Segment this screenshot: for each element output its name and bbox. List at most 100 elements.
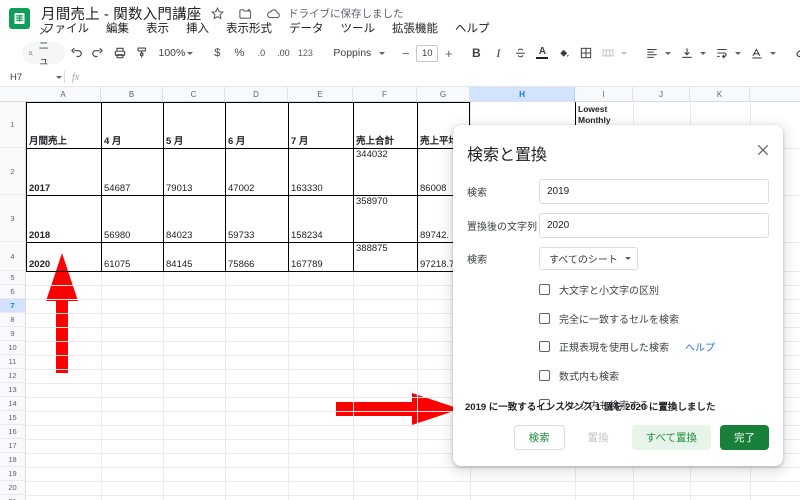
chevron-down-icon[interactable] — [665, 51, 672, 55]
cell-header-B1[interactable]: 4 月 — [101, 102, 163, 148]
row-header-20[interactable]: 20 — [0, 481, 26, 495]
menu-view[interactable]: 表示 — [144, 19, 171, 37]
cell-E2[interactable]: 163330 — [288, 148, 353, 195]
column-header-k[interactable]: K — [690, 87, 750, 102]
cell-E4[interactable]: 167789 — [288, 242, 353, 271]
fill-color-button[interactable] — [553, 42, 575, 64]
currency-format-button[interactable]: $ — [206, 42, 228, 64]
text-wrap-button[interactable] — [711, 42, 733, 64]
menu-insert[interactable]: 挿入 — [184, 19, 211, 37]
cell-D2[interactable]: 47002 — [225, 148, 288, 195]
text-rotation-button[interactable] — [746, 42, 768, 64]
row-header-11[interactable]: 11 — [0, 355, 26, 369]
checkbox-match-case[interactable]: 大文字と小文字の区別 — [539, 282, 659, 297]
cell-B4[interactable]: 61075 — [101, 242, 163, 271]
checkbox-use-regex[interactable]: 正規表現を使用した検索 ヘルプ — [539, 339, 715, 354]
row-header-18[interactable]: 18 — [0, 453, 26, 467]
column-header-e[interactable]: E — [288, 87, 353, 102]
column-header-i[interactable]: I — [575, 87, 633, 102]
column-header-j[interactable]: J — [633, 87, 690, 102]
cell-A2[interactable]: 2017 — [26, 148, 101, 195]
print-button[interactable] — [109, 42, 131, 64]
row-header-8[interactable]: 8 — [0, 313, 26, 327]
insert-link-button[interactable] — [790, 42, 800, 64]
column-header-d[interactable]: D — [225, 87, 288, 102]
horizontal-align-button[interactable] — [641, 42, 663, 64]
toolbar-menu-button[interactable]: メニュー — [22, 25, 65, 82]
column-header-g[interactable]: G — [417, 87, 470, 102]
cell-B2[interactable]: 54687 — [101, 148, 163, 195]
menu-extensions[interactable]: 拡張機能 — [390, 19, 440, 37]
strikethrough-button[interactable] — [509, 42, 531, 64]
find-input[interactable]: 2019 — [539, 179, 769, 204]
chevron-down-icon[interactable] — [621, 51, 628, 55]
increase-decimal-button[interactable]: .00 — [272, 42, 294, 64]
checkbox-search-formulas[interactable]: 数式内も検索 — [539, 368, 619, 383]
replace-input[interactable]: 2020 — [539, 213, 769, 238]
zoom-selector[interactable]: 100% — [153, 42, 197, 64]
cell-A3[interactable]: 2018 — [26, 195, 101, 242]
font-family-selector[interactable]: Poppins — [326, 42, 389, 64]
borders-button[interactable] — [575, 42, 597, 64]
row-header-12[interactable]: 12 — [0, 369, 26, 383]
cell-header-E1[interactable]: 7 月 — [288, 102, 353, 148]
cell-header-C1[interactable]: 5 月 — [163, 102, 225, 148]
cell-E3[interactable]: 158234 — [288, 195, 353, 242]
row-header-7[interactable]: 7 — [0, 299, 26, 313]
checkbox-match-entire-cell[interactable]: 完全に一致するセルを検索 — [539, 311, 679, 326]
cell-I1[interactable]: Lowest Monthly — [578, 104, 634, 126]
close-icon[interactable] — [755, 142, 771, 158]
row-header-2[interactable]: 2 — [0, 148, 26, 195]
percent-format-button[interactable]: % — [228, 42, 250, 64]
italic-button[interactable]: I — [487, 42, 509, 64]
cell-F4[interactable]: 388875 — [353, 242, 417, 271]
name-box[interactable]: H7 — [0, 72, 62, 83]
decrease-font-size-button[interactable]: − — [399, 46, 412, 61]
more-formats-button[interactable]: 123 — [294, 42, 316, 64]
merge-cells-button[interactable] — [597, 42, 619, 64]
row-header-10[interactable]: 10 — [0, 341, 26, 355]
row-header-1[interactable]: 1 — [0, 102, 26, 148]
cell-C4[interactable]: 84145 — [163, 242, 225, 271]
cell-header-F1[interactable]: 売上合計 — [353, 102, 417, 148]
cell-D4[interactable]: 75866 — [225, 242, 288, 271]
row-header-15[interactable]: 15 — [0, 411, 26, 425]
find-button[interactable]: 検索 — [513, 425, 565, 450]
column-header-h[interactable]: H — [470, 87, 575, 102]
row-header-16[interactable]: 16 — [0, 425, 26, 439]
column-header-f[interactable]: F — [353, 87, 417, 102]
menu-edit[interactable]: 編集 — [104, 19, 131, 37]
row-header-4[interactable]: 4 — [0, 242, 26, 271]
row-header-9[interactable]: 9 — [0, 327, 26, 341]
done-button[interactable]: 完了 — [720, 425, 769, 450]
cell-C3[interactable]: 84023 — [163, 195, 225, 242]
replace-all-button[interactable]: すべて置換 — [631, 425, 711, 450]
row-header-21[interactable]: 21 — [0, 495, 26, 500]
menu-tools[interactable]: ツール — [339, 19, 378, 37]
cell-D3[interactable]: 59733 — [225, 195, 288, 242]
chevron-down-icon[interactable] — [700, 51, 707, 55]
paint-format-button[interactable] — [131, 42, 153, 64]
cell-F2[interactable]: 344032 — [353, 148, 417, 195]
menu-data[interactable]: データ — [287, 19, 326, 37]
chevron-down-icon[interactable] — [770, 51, 777, 55]
text-color-button[interactable]: A — [531, 42, 553, 64]
cell-F3[interactable]: 358970 — [353, 195, 417, 242]
cell-header-D1[interactable]: 6 月 — [225, 102, 288, 148]
decrease-decimal-button[interactable]: .0 — [250, 42, 272, 64]
column-header-c[interactable]: C — [163, 87, 225, 102]
column-header-a[interactable]: A — [26, 87, 101, 102]
row-header-19[interactable]: 19 — [0, 467, 26, 481]
scope-select[interactable]: すべてのシート — [539, 247, 638, 270]
regex-help-link[interactable]: ヘルプ — [685, 339, 715, 354]
menu-format[interactable]: 表示形式 — [224, 19, 274, 37]
vertical-align-button[interactable] — [676, 42, 698, 64]
increase-font-size-button[interactable]: + — [442, 46, 455, 61]
chevron-down-icon[interactable] — [56, 75, 62, 79]
row-header-6[interactable]: 6 — [0, 285, 26, 299]
row-header-14[interactable]: 14 — [0, 397, 26, 411]
cell-C2[interactable]: 79013 — [163, 148, 225, 195]
chevron-down-icon[interactable] — [735, 51, 742, 55]
column-header-b[interactable]: B — [101, 87, 163, 102]
font-size-value[interactable]: 10 — [416, 44, 439, 62]
